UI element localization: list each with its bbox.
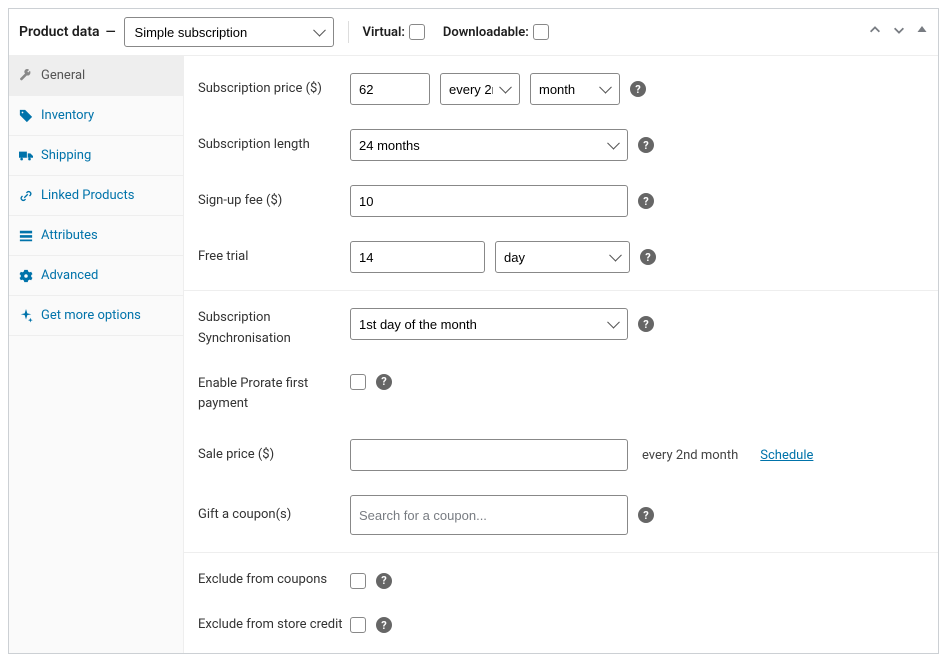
tab-inventory[interactable]: Inventory bbox=[9, 96, 183, 136]
downloadable-checkbox[interactable] bbox=[533, 24, 549, 40]
sale-price-input[interactable] bbox=[350, 439, 628, 471]
virtual-checkbox[interactable] bbox=[409, 24, 425, 40]
help-icon[interactable]: ? bbox=[640, 249, 656, 265]
virtual-label: Virtual: bbox=[363, 25, 405, 40]
subscription-price-input[interactable] bbox=[350, 73, 430, 105]
wrench-icon bbox=[19, 69, 33, 83]
tab-label: Advanced bbox=[41, 268, 98, 283]
free-trial-unit-select[interactable]: day bbox=[495, 241, 630, 273]
tab-label: Attributes bbox=[41, 228, 98, 243]
help-icon[interactable]: ? bbox=[638, 316, 654, 332]
subscription-length-label: Subscription length bbox=[198, 135, 350, 156]
product-data-panel: Product data — Simple subscription Virtu… bbox=[8, 8, 939, 654]
sync-label: Subscription Synchronisation bbox=[198, 308, 350, 350]
tab-shipping[interactable]: Shipping bbox=[9, 136, 183, 176]
truck-icon bbox=[19, 149, 33, 163]
subscription-period-select[interactable]: month bbox=[530, 73, 620, 105]
title-dash: — bbox=[106, 25, 116, 40]
link-icon bbox=[19, 189, 33, 203]
help-icon[interactable]: ? bbox=[376, 573, 392, 589]
sale-price-suffix: every 2nd month bbox=[642, 448, 738, 463]
subscription-length-select[interactable]: 24 months bbox=[350, 129, 628, 161]
sale-price-label: Sale price ($) bbox=[198, 445, 350, 466]
gift-coupon-label: Gift a coupon(s) bbox=[198, 505, 350, 526]
chevron-down-icon[interactable] bbox=[892, 23, 906, 41]
prorate-label: Enable Prorate first payment bbox=[198, 374, 350, 416]
tag-icon bbox=[19, 109, 33, 123]
tab-label: Linked Products bbox=[41, 188, 134, 203]
downloadable-label: Downloadable: bbox=[443, 25, 529, 40]
subscription-price-label: Subscription price ($) bbox=[198, 79, 350, 100]
help-icon[interactable]: ? bbox=[638, 507, 654, 523]
sync-select[interactable]: 1st day of the month bbox=[350, 308, 628, 340]
signup-fee-label: Sign-up fee ($) bbox=[198, 191, 350, 212]
exclude-coupons-checkbox[interactable] bbox=[350, 573, 366, 589]
tab-label: Get more options bbox=[41, 308, 141, 323]
exclude-coupons-label: Exclude from coupons bbox=[198, 570, 350, 591]
free-trial-label: Free trial bbox=[198, 247, 350, 268]
schedule-link[interactable]: Schedule bbox=[760, 448, 813, 463]
content-area: Subscription price ($) every 2nd month ?… bbox=[184, 56, 938, 653]
panel-controls bbox=[868, 23, 928, 41]
chevron-up-icon[interactable] bbox=[868, 23, 882, 41]
gift-coupon-search[interactable] bbox=[350, 495, 628, 535]
free-trial-input[interactable] bbox=[350, 241, 485, 273]
help-icon[interactable]: ? bbox=[630, 81, 646, 97]
gear-icon bbox=[19, 269, 33, 283]
tab-general[interactable]: General bbox=[9, 56, 183, 96]
help-icon[interactable]: ? bbox=[638, 137, 654, 153]
panel-header: Product data — Simple subscription Virtu… bbox=[9, 9, 938, 56]
sparkle-icon bbox=[19, 309, 33, 323]
list-icon bbox=[19, 229, 33, 243]
tab-label: General bbox=[41, 68, 85, 83]
subscription-interval-select[interactable]: every 2nd bbox=[440, 73, 520, 105]
tab-linked-products[interactable]: Linked Products bbox=[9, 176, 183, 216]
signup-fee-input[interactable] bbox=[350, 185, 628, 217]
help-icon[interactable]: ? bbox=[376, 617, 392, 633]
tab-advanced[interactable]: Advanced bbox=[9, 256, 183, 296]
exclude-store-credit-label: Exclude from store credit bbox=[198, 615, 350, 636]
tabs-sidebar: General Inventory Shipping Linked Produc… bbox=[9, 56, 184, 653]
tab-attributes[interactable]: Attributes bbox=[9, 216, 183, 256]
product-type-select[interactable]: Simple subscription bbox=[124, 17, 334, 47]
panel-title: Product data bbox=[19, 24, 100, 40]
tab-get-more-options[interactable]: Get more options bbox=[9, 296, 183, 336]
separator bbox=[348, 21, 349, 43]
collapse-icon[interactable] bbox=[916, 23, 928, 41]
exclude-store-credit-checkbox[interactable] bbox=[350, 617, 366, 633]
tab-label: Shipping bbox=[41, 148, 91, 163]
prorate-checkbox[interactable] bbox=[350, 374, 366, 390]
help-icon[interactable]: ? bbox=[638, 193, 654, 209]
tab-label: Inventory bbox=[41, 108, 94, 123]
help-icon[interactable]: ? bbox=[376, 374, 392, 390]
